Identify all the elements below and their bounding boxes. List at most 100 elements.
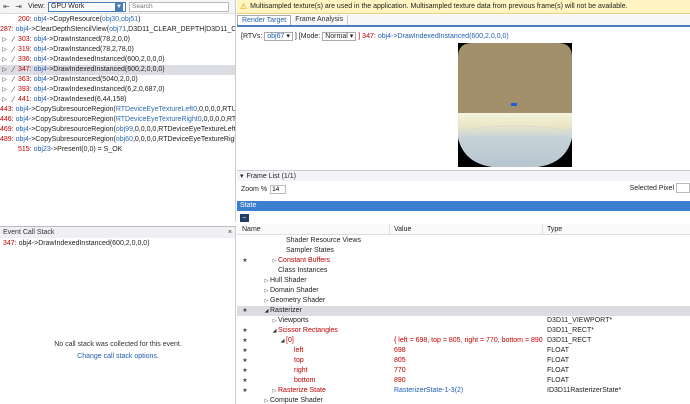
event-row[interactable]: ▷ ∕ 303: obj4 ->DrawInstanced(78,2,0,0): [0, 35, 235, 45]
event-row[interactable]: ▷ ∕ 347: obj4 ->DrawIndexedInstanced(600,2,0…: [0, 65, 235, 75]
state-row[interactable]: ▷ Viewports D3D11_VIEWPORT*: [237, 316, 690, 326]
expand-arrow-icon[interactable]: ▷: [263, 286, 270, 296]
expand-arrow-icon[interactable]: ▷: [263, 396, 270, 404]
event-object[interactable]: obj4: [34, 95, 47, 105]
collapse-all-icon[interactable]: ⇔: [240, 213, 249, 222]
state-row-value: [390, 266, 543, 276]
state-row[interactable]: ★ top 805 FLOAT: [237, 356, 690, 366]
event-object[interactable]: obj4: [34, 65, 47, 75]
rtv-prefix: [RTVs:: [241, 32, 263, 40]
event-row[interactable]: ▷ ∕ 441: obj4 ->DrawIndexed(6,44,158): [0, 95, 235, 105]
column-header-type[interactable]: Type: [543, 224, 690, 234]
event-args[interactable]: RTDeviceEyeTextureRight0: [116, 115, 202, 125]
expand-arrow-icon[interactable]: ▷: [0, 55, 9, 65]
close-icon[interactable]: ×: [228, 227, 232, 238]
expand-arrow-icon[interactable]: ◢: [263, 306, 270, 316]
tab-render-target[interactable]: Render Target: [237, 15, 292, 25]
event-object[interactable]: obj4: [34, 35, 47, 45]
expand-arrow-icon[interactable]: ▷: [0, 65, 9, 75]
state-row[interactable]: ★ left 698 FLOAT: [237, 346, 690, 356]
expand-arrow-icon[interactable]: ▷: [0, 45, 9, 55]
event-args[interactable]: obj30,obj51: [102, 15, 138, 25]
state-row[interactable]: ★ ▷ Rasterize State RasterizerState-1-3(2) I…: [237, 386, 690, 396]
expand-arrow-icon[interactable]: ▷: [271, 256, 278, 266]
frame-list-bar[interactable]: ▾ Frame List (1/1): [237, 170, 690, 181]
call-stack-entry[interactable]: 347: obj4->DrawIndexedInstanced(600,2,0,…: [0, 238, 235, 249]
event-args[interactable]: obj60: [116, 135, 133, 145]
state-row[interactable]: ★ ◢ Scissor Rectangles D3D11_RECT*: [237, 326, 690, 336]
state-row[interactable]: ★ ◢ Rasterizer: [237, 306, 690, 316]
expand-arrow-icon[interactable]: ▷: [0, 35, 9, 45]
state-row-name-cell: Class Instances: [253, 266, 390, 276]
rtv-dropdown[interactable]: obj67 ▾: [264, 31, 293, 41]
event-call: ->DrawIndexed(6,44,158): [46, 96, 127, 103]
selected-pixel-input[interactable]: [676, 183, 690, 193]
mode-dropdown[interactable]: Normal ▾: [322, 31, 357, 41]
state-row[interactable]: Shader Resource Views: [237, 236, 690, 246]
state-row[interactable]: ★ ▷ Constant Buffers: [237, 256, 690, 266]
event-args[interactable]: RTDeviceEyeTextureLeft0: [116, 105, 197, 115]
expand-arrow-icon[interactable]: ▷: [271, 386, 278, 396]
state-row[interactable]: ★ right 770 FLOAT: [237, 366, 690, 376]
rtv-event-text[interactable]: obj4->DrawIndexedInstanced(600,2,0,0,0): [378, 33, 509, 40]
expand-arrow-icon[interactable]: ▷: [263, 296, 270, 306]
event-object[interactable]: obj4: [34, 55, 47, 65]
event-object[interactable]: obj4: [16, 25, 29, 35]
view-select[interactable]: GPU Work ▼: [48, 1, 126, 12]
event-row[interactable]: ▷ ∕ 336: obj4 ->DrawIndexedInstanced(600,2,0…: [0, 55, 235, 65]
expand-arrow-icon[interactable]: ◢: [271, 326, 278, 336]
state-row[interactable]: ★ bottom 890 FLOAT: [237, 376, 690, 386]
event-row[interactable]: ▷ ∕ 363: obj4 ->DrawInstanced(5040,2,0,0): [0, 75, 235, 85]
state-row-value[interactable]: RasterizerState-1-3(2): [390, 386, 543, 396]
expand-arrow-icon[interactable]: ▷: [0, 95, 9, 105]
state-row[interactable]: ▷ Compute Shader: [237, 396, 690, 404]
expand-arrow-icon[interactable]: ▷: [0, 75, 9, 85]
state-row[interactable]: ▷ Hull Shader: [237, 276, 690, 286]
state-row[interactable]: ★ ◢ [0] { left = 698, top = 805, right = 77…: [237, 336, 690, 346]
event-object[interactable]: obj4: [16, 105, 29, 115]
event-row[interactable]: 489: obj4 ->CopySubresourceRegion(obj60,0,…: [0, 135, 235, 145]
column-header-value[interactable]: Value: [390, 224, 543, 234]
event-row[interactable]: 469: obj4 ->CopySubresourceRegion(obj99,0,…: [0, 125, 235, 135]
event-args[interactable]: obj99: [116, 125, 133, 135]
event-object[interactable]: obj23: [34, 145, 51, 155]
event-row[interactable]: 200: obj4 ->CopyResource(obj30,obj51): [0, 15, 235, 25]
expand-arrow-icon[interactable]: ▷: [263, 276, 270, 286]
state-row-type: [543, 276, 690, 286]
event-row[interactable]: 446: obj4 ->CopySubresourceRegion(RTDevice…: [0, 115, 235, 125]
event-object[interactable]: obj4: [34, 15, 47, 25]
event-object[interactable]: obj4: [16, 135, 29, 145]
event-object[interactable]: obj4: [16, 115, 29, 125]
change-call-stack-options-link[interactable]: Change call stack options.: [0, 353, 236, 360]
event-row[interactable]: 287: obj4 ->ClearDepthStencilView(obj71 ,D3…: [0, 25, 235, 35]
expand-arrow-icon[interactable]: ◢: [279, 336, 286, 346]
event-list: 200: obj4 ->CopyResource(obj30,obj51) 287: o…: [0, 14, 235, 155]
state-row[interactable]: Class Instances: [237, 266, 690, 276]
forward-icon[interactable]: ⇥: [14, 2, 23, 11]
render-target-viewport[interactable]: [237, 43, 690, 168]
search-input[interactable]: [129, 1, 229, 12]
column-header-name[interactable]: Name: [237, 224, 390, 234]
state-row[interactable]: Sampler States: [237, 246, 690, 256]
event-object[interactable]: obj4: [34, 85, 47, 95]
event-object[interactable]: obj4: [34, 45, 47, 55]
state-row[interactable]: ▷ Domain Shader: [237, 286, 690, 296]
event-args[interactable]: obj71: [109, 25, 126, 35]
zoom-input[interactable]: [270, 184, 287, 194]
event-number: 303:: [18, 36, 32, 43]
back-icon[interactable]: ⇤: [2, 2, 11, 11]
expand-arrow-icon[interactable]: ▷: [0, 85, 9, 95]
state-row[interactable]: ▷ Geometry Shader: [237, 296, 690, 306]
tab-frame-analysis[interactable]: Frame Analysis: [291, 15, 349, 25]
event-object[interactable]: obj4: [16, 125, 29, 135]
event-object[interactable]: obj4: [34, 75, 47, 85]
event-row[interactable]: 515: obj23 ->Present(0,0) = S_OK: [0, 145, 235, 155]
selected-pixel-label: Selected Pixel: [629, 185, 674, 192]
expand-arrow-icon[interactable]: ▷: [271, 316, 278, 326]
render-target-image[interactable]: [458, 43, 572, 167]
event-row[interactable]: 443: obj4 ->CopySubresourceRegion(RTDevice…: [0, 105, 235, 115]
event-row[interactable]: ▷ ∕ 393: obj4 ->DrawIndexedInstanced(6,2,0,6…: [0, 85, 235, 95]
event-number: 363:: [18, 76, 32, 83]
event-row[interactable]: ▷ ∕ 319: obj4 ->DrawInstanced(78,2,78,0): [0, 45, 235, 55]
